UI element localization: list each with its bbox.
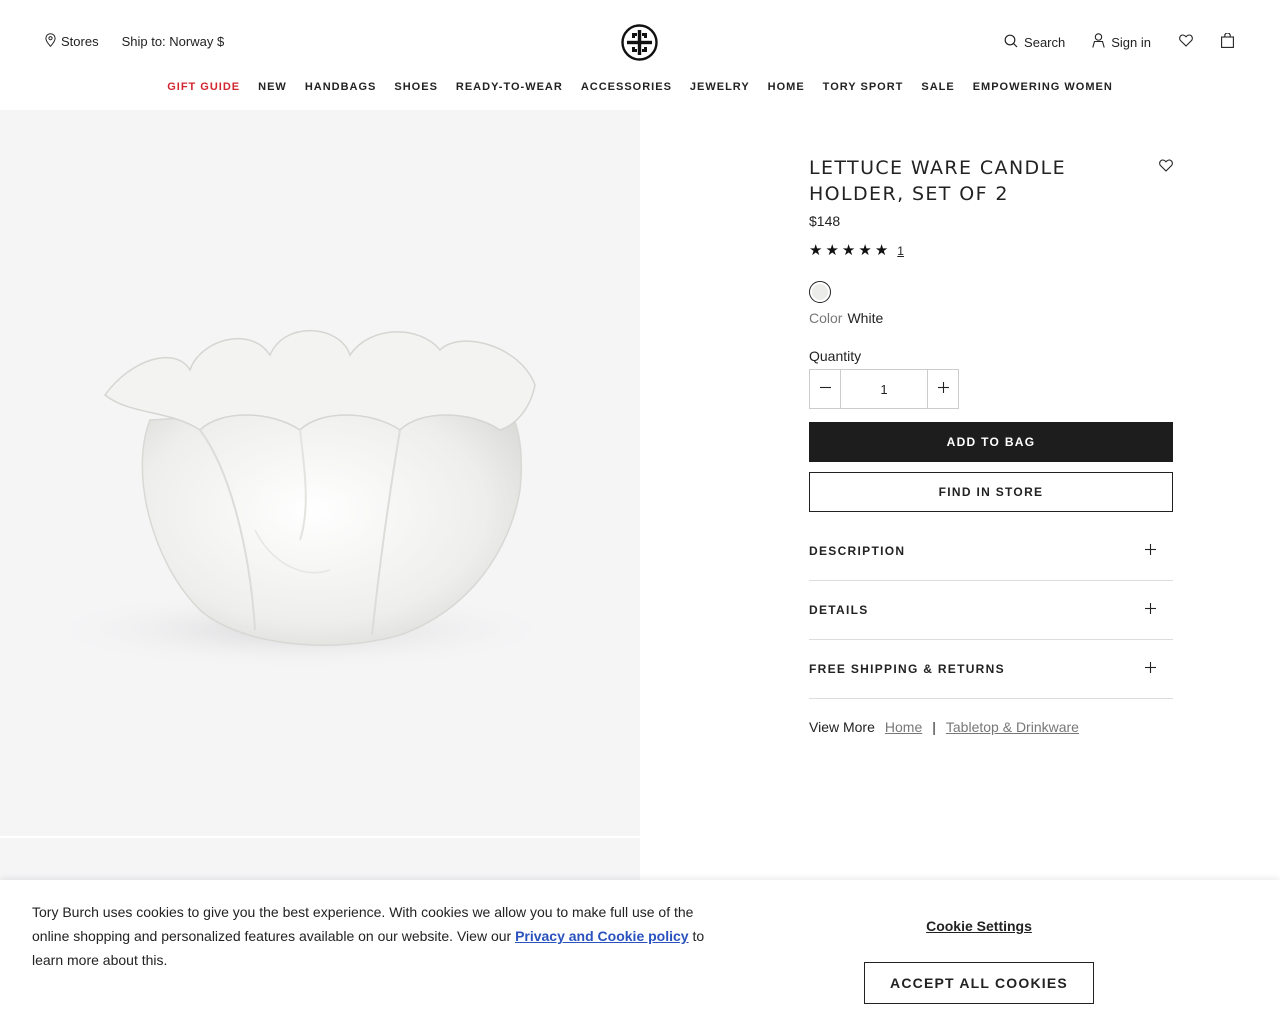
nav-item-empowering-women[interactable]: EMPOWERING WOMEN (964, 81, 1122, 93)
rating: ★ ★ ★ ★ ★ 1 (809, 243, 1173, 258)
search-label: Search (1024, 34, 1066, 50)
accordion-label: DETAILS (809, 603, 869, 617)
top-right-links: Search Sign in (1004, 32, 1234, 51)
nav-item-shoes[interactable]: SHOES (385, 81, 447, 93)
accordion-description[interactable]: DESCRIPTION (809, 522, 1173, 581)
nav-item-tory-sport[interactable]: TORY SPORT (814, 81, 913, 93)
star-icon: ★ (841, 242, 856, 259)
star-icon: ★ (825, 242, 839, 259)
search-button[interactable]: Search (1004, 34, 1065, 51)
accept-all-cookies-button[interactable]: ACCEPT ALL COOKIES (864, 962, 1094, 1004)
star-icon: ★ (809, 242, 823, 259)
view-more-label: View More (809, 719, 875, 735)
swatch-fill (812, 284, 828, 300)
cookie-settings-button[interactable]: Cookie Settings (864, 918, 1094, 934)
top-bar: Stores Ship to: Norway $ Search Sign in (0, 0, 1280, 84)
quantity-input[interactable]: 1 (840, 370, 928, 408)
product-info: LETTUCE WARE CANDLE HOLDER, SET OF 2 $14… (809, 155, 1173, 735)
product-title: LETTUCE WARE CANDLE HOLDER, SET OF 2 (809, 157, 1066, 205)
star-icon: ★ (858, 242, 872, 259)
quantity-label: Quantity (809, 348, 862, 364)
privacy-policy-link[interactable]: Privacy and Cookie policy (515, 928, 689, 944)
cookie-message: Tory Burch uses cookies to give you the … (32, 900, 712, 972)
ship-to-selector[interactable]: Ship to: Norway $ (122, 34, 225, 49)
accordion-label: DESCRIPTION (809, 544, 906, 558)
shopping-bag-icon (1221, 32, 1234, 51)
accordion-label: FREE SHIPPING & RETURNS (809, 662, 1005, 676)
increase-quantity-button[interactable] (928, 370, 958, 408)
accordion-shipping-returns[interactable]: FREE SHIPPING & RETURNS (809, 640, 1173, 699)
shopping-bag-button[interactable] (1221, 32, 1234, 51)
add-to-wishlist-button[interactable] (1159, 159, 1173, 177)
user-icon (1092, 33, 1105, 51)
map-pin-icon (45, 33, 56, 50)
nav-item-home[interactable]: HOME (759, 81, 814, 93)
product-image[interactable] (0, 110, 640, 836)
view-more-home-link[interactable]: Home (885, 719, 922, 735)
color-swatch-white[interactable] (809, 281, 831, 303)
add-to-bag-button[interactable]: ADD TO BAG (809, 422, 1173, 462)
color-selection: Color White (809, 310, 1173, 326)
nav-item-sale[interactable]: SALE (912, 81, 963, 93)
candle-holder-image (40, 329, 560, 670)
sign-in-button[interactable]: Sign in (1092, 33, 1151, 51)
plus-icon (937, 380, 949, 398)
product-price: $148 (809, 213, 841, 229)
heart-icon (1159, 159, 1173, 176)
stores-label: Stores (61, 34, 99, 49)
tory-burch-logo[interactable] (621, 24, 658, 61)
nav-item-accessories[interactable]: ACCESSORIES (572, 81, 681, 93)
stores-link[interactable]: Stores (45, 33, 99, 50)
plus-icon (1145, 542, 1156, 560)
color-value: White (847, 310, 884, 326)
wishlist-button[interactable] (1179, 34, 1193, 50)
main-nav: GIFT GUIDE NEW HANDBAGS SHOES READY-TO-W… (0, 81, 1280, 93)
heart-icon (1179, 34, 1193, 50)
search-icon (1004, 34, 1018, 51)
cookie-banner: Tory Burch uses cookies to give you the … (0, 880, 1280, 1024)
view-more-tabletop-link[interactable]: Tabletop & Drinkware (946, 719, 1079, 735)
minus-icon (819, 380, 831, 398)
view-more-links: View More Home | Tabletop & Drinkware (809, 719, 1173, 735)
color-label: Color (809, 310, 843, 326)
divider: | (932, 719, 936, 735)
sign-in-label: Sign in (1111, 34, 1151, 50)
nav-item-ready-to-wear[interactable]: READY-TO-WEAR (447, 81, 572, 93)
top-left-links: Stores Ship to: Norway $ (45, 33, 247, 50)
review-count-link[interactable]: 1 (897, 244, 904, 258)
quantity-stepper: 1 (809, 369, 959, 409)
star-icon: ★ (874, 242, 889, 259)
nav-item-gift-guide[interactable]: GIFT GUIDE (158, 81, 249, 93)
product-accordions: DESCRIPTION DETAILS FREE SHIPPING & RETU… (809, 522, 1173, 699)
ship-to-label: Ship to: Norway $ (121, 34, 225, 49)
nav-item-jewelry[interactable]: JEWELRY (681, 81, 759, 93)
nav-item-new[interactable]: NEW (249, 81, 296, 93)
decrease-quantity-button[interactable] (810, 370, 840, 408)
accordion-details[interactable]: DETAILS (809, 581, 1173, 640)
nav-item-handbags[interactable]: HANDBAGS (296, 81, 386, 93)
find-in-store-button[interactable]: FIND IN STORE (809, 472, 1173, 512)
plus-icon (1145, 660, 1156, 678)
plus-icon (1145, 601, 1156, 619)
